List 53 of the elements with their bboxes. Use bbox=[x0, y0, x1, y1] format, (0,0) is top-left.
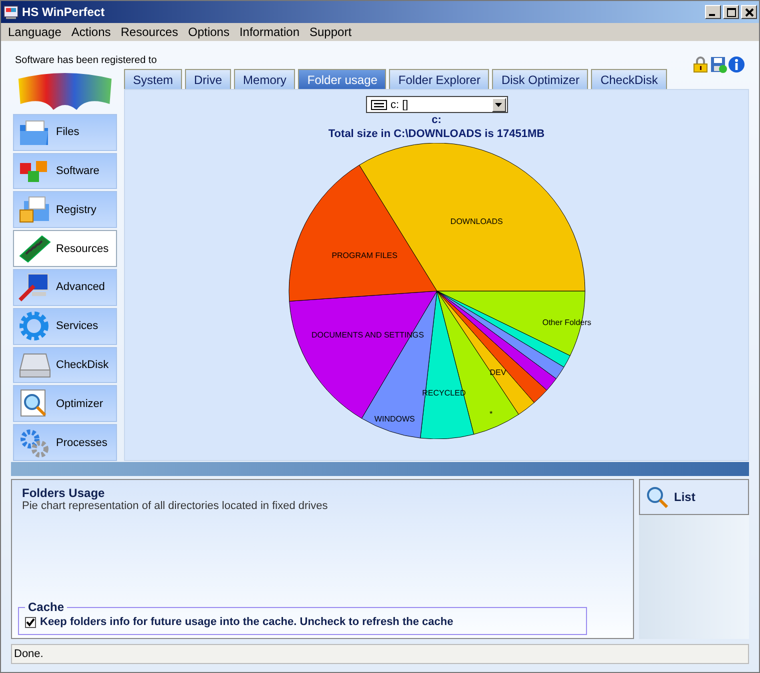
chart-title: c: bbox=[432, 113, 442, 127]
sidebar-item[interactable]: Software bbox=[13, 152, 117, 190]
lock-icon[interactable] bbox=[692, 56, 709, 73]
menu-item[interactable]: Language bbox=[3, 25, 66, 39]
slice-label: * bbox=[488, 410, 492, 419]
memory-chip-icon bbox=[18, 234, 52, 264]
info-description: Pie chart representation of all directories located in fixed drives bbox=[22, 500, 329, 512]
info-icon[interactable] bbox=[728, 56, 745, 73]
checkbox[interactable] bbox=[25, 616, 36, 628]
info-title: Folders Usage bbox=[22, 486, 106, 500]
close-icon bbox=[744, 8, 754, 16]
sidebar-item[interactable]: Files bbox=[13, 114, 117, 151]
registration-text: Software has been registered to bbox=[15, 55, 157, 66]
cache-legend: Cache bbox=[25, 600, 68, 614]
tab[interactable]: Folder usage bbox=[298, 69, 386, 89]
menu-item[interactable]: Support bbox=[304, 25, 357, 39]
sidebar-item[interactable]: Advanced bbox=[13, 268, 117, 306]
minimize-button[interactable] bbox=[705, 5, 721, 19]
list-button[interactable]: List bbox=[639, 479, 749, 515]
status-bar: Done. bbox=[11, 644, 749, 664]
sidebar-item[interactable]: Services bbox=[13, 308, 117, 345]
drive-icon bbox=[370, 100, 386, 110]
save-icon[interactable] bbox=[710, 56, 727, 73]
checkbox-label: Keep folders info for future usage into the cache. Uncheck to refresh the cache bbox=[40, 616, 454, 628]
chart-subtitle: Total size in C:\DOWNLOADS is 17451MB bbox=[328, 127, 545, 141]
tab[interactable]: Disk Optimizer bbox=[492, 69, 588, 89]
folder-box-icon bbox=[18, 194, 52, 225]
menu-item[interactable]: Options bbox=[183, 25, 234, 39]
tab[interactable]: CheckDisk bbox=[591, 69, 667, 89]
slice-label: WINDOWS bbox=[374, 414, 414, 424]
dropdown-button[interactable] bbox=[492, 98, 506, 112]
tab[interactable]: Folder Explorer bbox=[389, 69, 490, 89]
sidebar-item[interactable]: Registry bbox=[13, 191, 117, 228]
search-icon bbox=[646, 486, 668, 508]
slice-label: PROGRAM FILES bbox=[331, 250, 397, 260]
maximize-icon bbox=[726, 8, 736, 16]
maximize-button[interactable] bbox=[723, 5, 739, 19]
sidebar-item[interactable]: Processes bbox=[13, 424, 117, 461]
tab[interactable]: Memory bbox=[234, 69, 296, 89]
menu-item[interactable]: Actions bbox=[66, 25, 116, 39]
sidebar-item[interactable]: Optimizer bbox=[13, 385, 117, 422]
app-icon bbox=[3, 4, 19, 20]
sidebar-item[interactable]: CheckDisk bbox=[13, 346, 117, 384]
tab[interactable]: System bbox=[124, 69, 182, 89]
window-title: HS WinPerfect bbox=[22, 5, 106, 19]
sidebar-item[interactable]: Resources bbox=[13, 230, 117, 267]
tab[interactable]: Drive bbox=[185, 69, 232, 89]
menu-item[interactable]: Resources bbox=[116, 25, 184, 39]
menu-item[interactable]: Information bbox=[234, 25, 304, 39]
close-button[interactable] bbox=[741, 5, 757, 19]
drive-dropdown[interactable]: c: [] bbox=[366, 96, 508, 113]
slice-label: DOWNLOADS bbox=[450, 216, 502, 226]
caret-icon bbox=[495, 102, 502, 106]
